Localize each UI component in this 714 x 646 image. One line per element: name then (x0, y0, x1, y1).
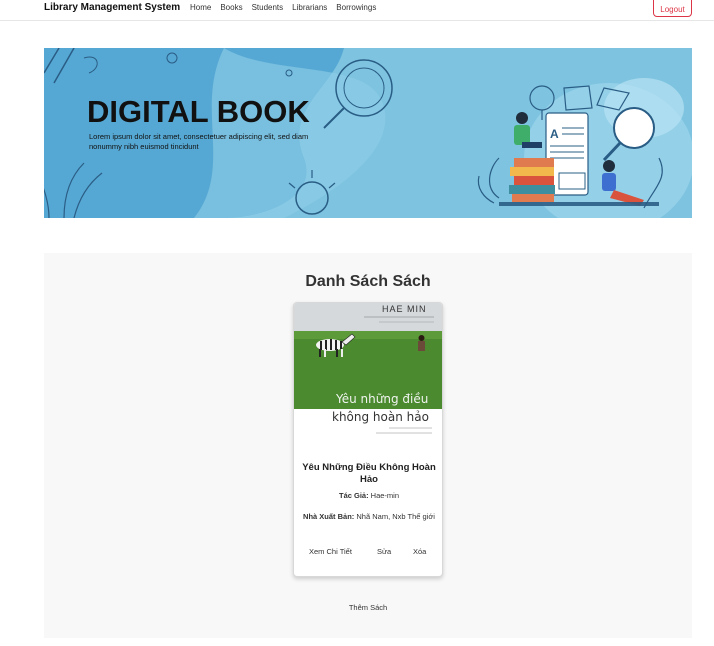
nav-links: Home Books Students Librarians Borrowing… (190, 3, 385, 12)
nav-link-home[interactable]: Home (190, 3, 211, 12)
publisher-label: Nhà Xuất Bản: (303, 512, 355, 521)
book-actions: Xem Chi Tiết Sửa Xóa (294, 547, 442, 559)
add-book-row: Thêm Sách (44, 603, 692, 612)
author-value: Hae-min (370, 491, 400, 500)
nav-link-students[interactable]: Students (252, 3, 284, 12)
book-publisher: Nhà Xuất Bản: Nhã Nam, Nxb Thế giới (302, 511, 436, 522)
cover-author-text: HAE MIN (382, 304, 427, 314)
navbar: Library Management System Home Books Stu… (0, 0, 714, 21)
add-book-button[interactable]: Thêm Sách (349, 603, 387, 612)
view-details-button[interactable]: Xem Chi Tiết (309, 547, 352, 556)
delete-button[interactable]: Xóa (413, 547, 426, 556)
book-cover-image: HAE MIN Yêu những điều không hoàn hảo (294, 303, 442, 438)
publisher-value: Nhã Nam, Nxb Thế giới (356, 512, 435, 521)
nav-link-books[interactable]: Books (220, 3, 242, 12)
cover-title-line2: không hoàn hảo (332, 410, 429, 424)
book-list-section: Danh Sách Sách HAE MIN Yêu những điều kh… (44, 253, 692, 638)
banner-text: Lorem ipsum dolor sit amet, consectetuer… (89, 132, 309, 151)
author-label: Tác Giả: (338, 491, 369, 500)
hero-banner: A DIGITAL BOOK Lorem ipsum dolor sit ame… (44, 48, 692, 218)
svg-text:A: A (550, 127, 559, 141)
book-title: Yêu Những Điều Không Hoàn Hảo (302, 462, 436, 485)
edit-button[interactable]: Sửa (377, 547, 391, 556)
nav-link-borrowings[interactable]: Borrowings (336, 3, 376, 12)
book-author: Tác Giả: Hae-min (300, 491, 438, 500)
book-card: HAE MIN Yêu những điều không hoàn hảo Yê… (293, 302, 443, 577)
nav-link-librarians[interactable]: Librarians (292, 3, 327, 12)
banner-title: DIGITAL BOOK (87, 94, 310, 129)
section-title: Danh Sách Sách (305, 273, 431, 290)
cover-title-line1: Yêu những điều (335, 392, 428, 406)
logout-button[interactable]: Logout (653, 0, 692, 17)
brand-title[interactable]: Library Management System (44, 2, 180, 13)
